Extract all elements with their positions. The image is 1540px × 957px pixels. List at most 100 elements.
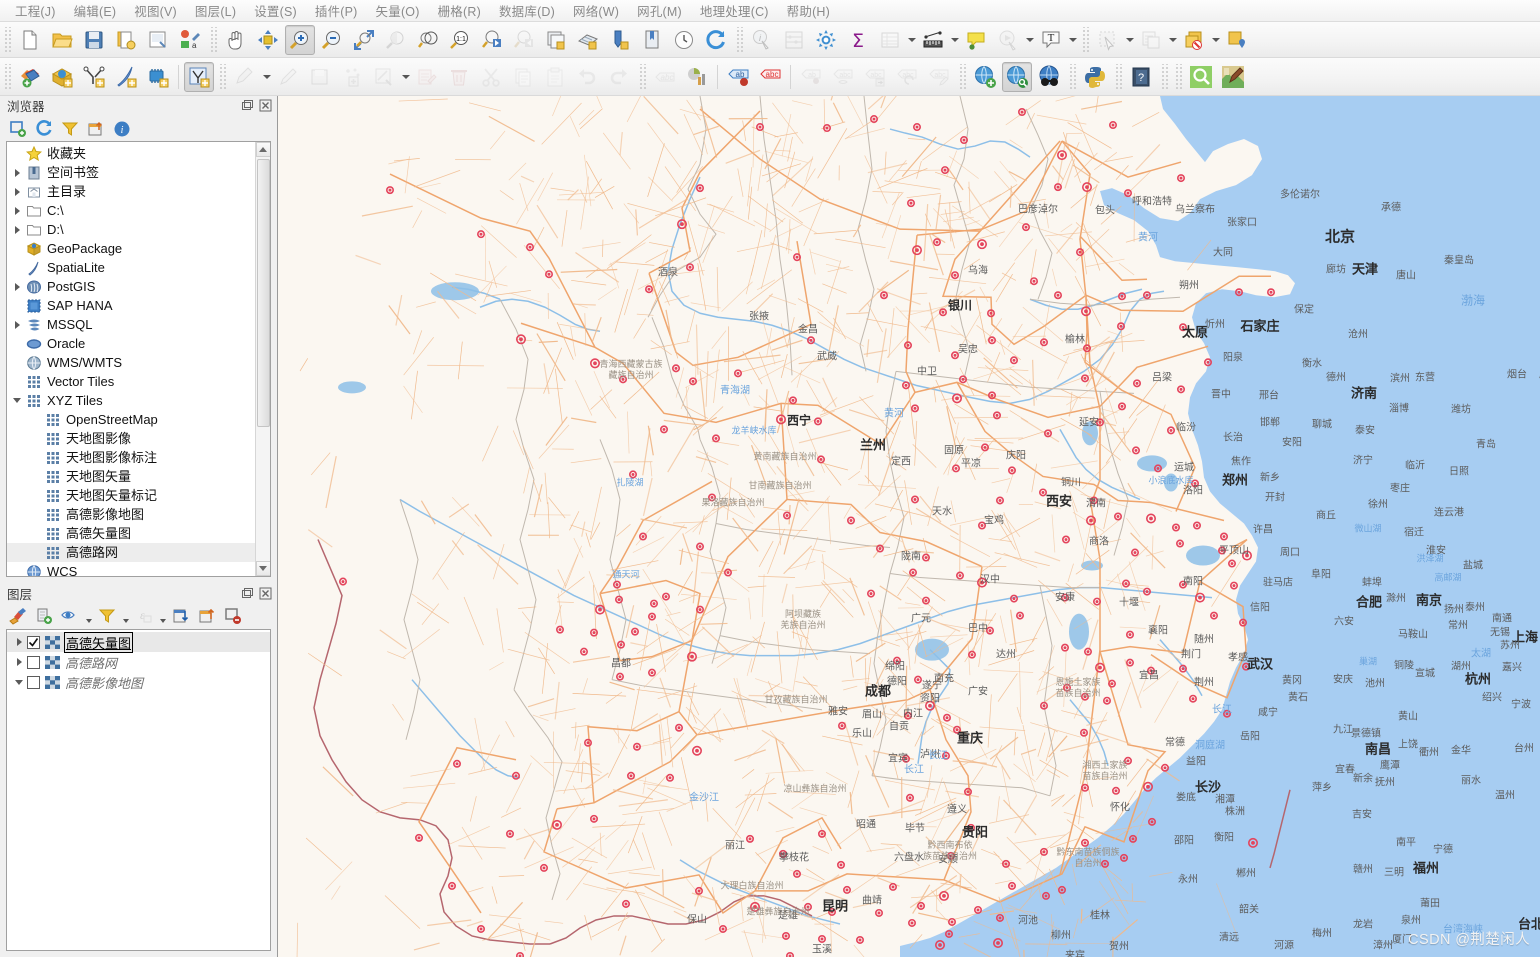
- add-raster-layer-icon[interactable]: [47, 62, 77, 92]
- browser-tree-item[interactable]: 天地图影像: [7, 429, 255, 448]
- layer-visibility-checkbox[interactable]: [27, 635, 40, 649]
- chevron-right-icon[interactable]: [9, 220, 25, 239]
- layer-row[interactable]: 高德矢量图: [7, 631, 270, 653]
- browser-tree-item[interactable]: WMS/WMTS: [7, 353, 255, 372]
- browser-tree-item[interactable]: XYZ Tiles: [7, 391, 255, 410]
- toolbar-grip[interactable]: [1114, 63, 1122, 90]
- temporal-controller-icon[interactable]: [669, 25, 699, 55]
- menu-project[interactable]: 工程(J): [6, 0, 65, 22]
- layer-visibility-checkbox[interactable]: [27, 655, 40, 669]
- identify-features-icon[interactable]: i: [747, 25, 777, 55]
- change-label-icon[interactable]: abc: [924, 62, 954, 92]
- collapse-all-icon[interactable]: [195, 605, 219, 627]
- text-annotation-icon[interactable]: T: [1036, 25, 1066, 55]
- annotation-dropdown-icon[interactable]: [1067, 27, 1078, 53]
- select-dropdown-icon[interactable]: [1124, 27, 1135, 53]
- menu-web[interactable]: 网络(W): [564, 0, 628, 22]
- filter-legend-icon[interactable]: [95, 605, 119, 627]
- float-panel-icon[interactable]: [240, 98, 255, 113]
- filter-legend-expression-icon[interactable]: ε: [132, 605, 156, 627]
- new-map-view-icon[interactable]: [541, 25, 571, 55]
- refresh-icon[interactable]: [701, 25, 731, 55]
- zoom-out-icon[interactable]: [317, 25, 347, 55]
- pan-to-selection-icon[interactable]: [253, 25, 283, 55]
- menu-raster[interactable]: 栅格(R): [429, 0, 490, 22]
- toolbar-grip[interactable]: [1081, 26, 1089, 53]
- deselect-dropdown-icon[interactable]: [1167, 27, 1178, 53]
- menu-processing[interactable]: 地理处理(C): [691, 0, 778, 22]
- chevron-right-icon[interactable]: [11, 653, 27, 672]
- map-tips-icon[interactable]: [961, 25, 991, 55]
- zoom-layer-icon[interactable]: [413, 25, 443, 55]
- chevron-right-icon[interactable]: [9, 201, 25, 220]
- themes-dropdown-icon[interactable]: [84, 605, 93, 627]
- toolbar-grip[interactable]: [1160, 63, 1168, 90]
- zoom-selection-icon[interactable]: [381, 25, 411, 55]
- chevron-right-icon[interactable]: [9, 182, 25, 201]
- highlight-labels-icon[interactable]: abc: [755, 62, 785, 92]
- chevron-right-icon[interactable]: [9, 277, 25, 296]
- browser-tree-item[interactable]: 天地图影像标注: [7, 448, 255, 467]
- layer-row[interactable]: 高德影像地图: [7, 672, 270, 692]
- open-field-calculator-icon[interactable]: [1179, 25, 1209, 55]
- expression-dropdown-icon[interactable]: [158, 605, 167, 627]
- properties-info-icon[interactable]: i: [110, 118, 134, 140]
- toolbar-grip[interactable]: [3, 63, 11, 90]
- add-vector-layer-icon[interactable]: [15, 62, 45, 92]
- browser-tree-item[interactable]: PostGIS: [7, 277, 255, 296]
- zoom-next-icon[interactable]: [509, 25, 539, 55]
- browser-tree-item[interactable]: OpenStreetMap: [7, 410, 255, 429]
- chevron-right-icon[interactable]: [9, 163, 25, 182]
- browser-tree-item[interactable]: 高德影像地图: [7, 505, 255, 524]
- layer-row[interactable]: 高德路网: [7, 652, 270, 672]
- chevron-down-icon[interactable]: [9, 391, 25, 410]
- scroll-track[interactable]: [255, 157, 270, 561]
- add-spatialite-icon[interactable]: [111, 62, 141, 92]
- add-mesh-layer-icon[interactable]: [143, 62, 173, 92]
- filter-browser-icon[interactable]: [58, 118, 82, 140]
- toolbar-grip[interactable]: [735, 26, 743, 53]
- add-group-icon[interactable]: [32, 605, 56, 627]
- save-project-icon[interactable]: [79, 25, 109, 55]
- attribute-table-dropdown-icon[interactable]: [906, 27, 917, 53]
- scroll-up-icon[interactable]: [255, 142, 270, 158]
- style-manager-icon[interactable]: a: [175, 25, 205, 55]
- save-project-as-icon[interactable]: [111, 25, 141, 55]
- label-placement-icon[interactable]: abc: [650, 62, 680, 92]
- remove-layer-icon[interactable]: [221, 605, 245, 627]
- select-features-icon[interactable]: [1093, 25, 1123, 55]
- toolbar-grip[interactable]: [958, 63, 966, 90]
- zoom-last-icon[interactable]: [477, 25, 507, 55]
- browser-tree-item[interactable]: D:\: [7, 220, 255, 239]
- float-panel-icon[interactable]: [240, 586, 255, 601]
- browser-tree-item[interactable]: WCS: [7, 562, 255, 576]
- browser-tree-item[interactable]: 高德矢量图: [7, 524, 255, 543]
- browser-tree-item[interactable]: 主目录: [7, 182, 255, 201]
- layer-visibility-checkbox[interactable]: [27, 675, 40, 689]
- georeferencer-icon[interactable]: [1034, 62, 1064, 92]
- add-delimited-text-icon[interactable]: [79, 62, 109, 92]
- move-label-right-icon[interactable]: abc: [860, 62, 890, 92]
- help-icon[interactable]: ?: [1126, 62, 1156, 92]
- toolbar-grip[interactable]: [638, 63, 646, 90]
- browser-tree-item[interactable]: SpatiaLite: [7, 258, 255, 277]
- diagram-icon[interactable]: [682, 62, 712, 92]
- new-profile-icon[interactable]: [605, 25, 635, 55]
- browser-scrollbar[interactable]: [255, 142, 270, 576]
- undo-icon[interactable]: [572, 62, 602, 92]
- vertex-dropdown-icon[interactable]: [400, 64, 411, 90]
- expand-all-icon[interactable]: [169, 605, 193, 627]
- browser-tree-item[interactable]: 高德路网: [7, 543, 255, 563]
- menu-settings[interactable]: 设置(S): [245, 0, 306, 22]
- menu-database[interactable]: 数据库(D): [490, 0, 564, 22]
- add-layer-icon[interactable]: [6, 118, 30, 140]
- open-attribute-table-icon[interactable]: [875, 25, 905, 55]
- menu-view[interactable]: 视图(V): [125, 0, 186, 22]
- close-panel-icon[interactable]: [258, 98, 273, 113]
- data-source-manager-icon[interactable]: [970, 62, 1000, 92]
- map-canvas[interactable]: 北京天津石家庄太原济南郑州西安兰州西宁银川合肥南京上海杭州武汉南昌长沙福州台北广…: [277, 96, 1540, 957]
- style-editor-icon[interactable]: [1218, 62, 1248, 92]
- collapse-all-icon[interactable]: [84, 118, 108, 140]
- modify-attributes-icon[interactable]: [412, 62, 442, 92]
- python-console-icon[interactable]: [1080, 62, 1110, 92]
